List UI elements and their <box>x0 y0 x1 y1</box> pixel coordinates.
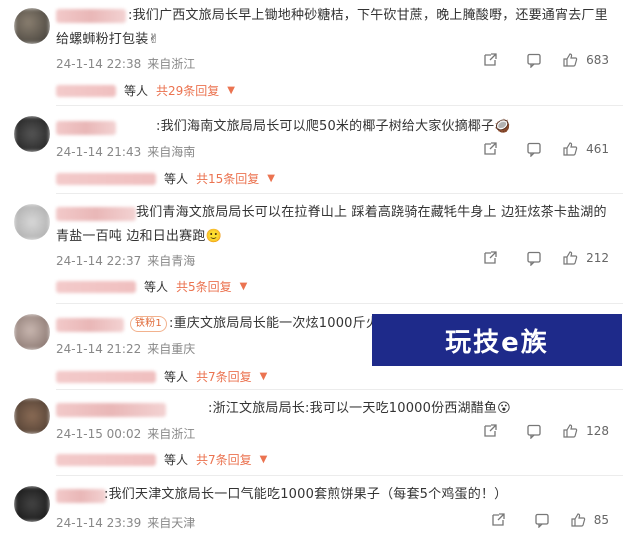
comment-item: 我们青海文旅局局长可以在拉脊山上 踩着高跷骑在藏牦牛身上 边狂炫茶卡盐湖的青盐一… <box>0 194 623 304</box>
comment-text: :我们天津文旅局长一口气能吃1000套煎饼果子（每套5个鸡蛋的！） <box>104 487 508 502</box>
like-icon <box>563 53 578 67</box>
fan-badge: 铁粉1 <box>130 315 167 332</box>
like-count: 683 <box>586 53 609 67</box>
like-count: 128 <box>586 424 609 438</box>
like-icon <box>571 513 585 527</box>
smiling-face-icon: 🙂 <box>205 229 222 244</box>
avatar[interactable] <box>14 314 50 350</box>
comment-item: :我们广西文旅局长早上锄地种砂糖桔，下午砍甘蔗，晚上腌酸嘢，还要通宵去厂里给螺蛳… <box>0 0 623 106</box>
avatar[interactable] <box>14 116 50 152</box>
share-icon[interactable] <box>468 141 512 157</box>
comment-location: 来自重庆 <box>147 342 196 356</box>
share-icon[interactable] <box>468 423 512 439</box>
like-button[interactable]: 683 <box>562 52 609 68</box>
comment-icon[interactable] <box>512 423 556 439</box>
reply-summary[interactable]: 等人 共15条回复 ▼ <box>56 170 275 187</box>
like-button[interactable]: 85 <box>570 512 609 528</box>
comment-date: 24-1-14 21:43 <box>56 145 142 159</box>
like-count: 212 <box>586 251 609 265</box>
comment-actions: 128 <box>468 423 609 439</box>
like-icon <box>563 424 578 438</box>
comment-meta: 24-1-14 23:39 来自天津 <box>56 514 195 531</box>
comment-meta: 24-1-14 22:37 来自青海 <box>56 252 195 269</box>
comment-location: 来自浙江 <box>147 57 196 71</box>
comment-location: 来自海南 <box>147 145 196 159</box>
coconut-icon: 🥥 <box>494 119 511 134</box>
comment-date: 24-1-14 22:37 <box>56 254 142 268</box>
comment-meta: 24-1-15 00:02 来自浙江 <box>56 425 195 442</box>
like-button[interactable]: 461 <box>562 141 609 157</box>
comment-location: 来自天津 <box>147 516 196 530</box>
comment-actions: 212 <box>468 250 609 266</box>
share-icon[interactable] <box>468 52 512 68</box>
comment-date: 24-1-14 23:39 <box>56 516 142 530</box>
comment-date: 24-1-15 00:02 <box>56 427 142 441</box>
reply-arrow-icon: ▼ <box>259 371 268 382</box>
comment-text: :我们海南文旅局局长可以爬50米的椰子树给大家伙摘椰子🥥 <box>56 115 609 139</box>
like-button[interactable]: 128 <box>562 423 609 439</box>
like-icon <box>563 251 578 265</box>
comment-icon[interactable] <box>512 250 556 266</box>
victory-hand-icon: ✌ <box>148 32 160 47</box>
comment-icon[interactable] <box>512 141 556 157</box>
avatar[interactable] <box>14 8 50 44</box>
like-count: 461 <box>586 142 609 156</box>
like-count: 85 <box>593 513 609 527</box>
like-icon <box>563 142 578 156</box>
comment-actions: 461 <box>468 141 609 157</box>
reply-arrow-icon: ▼ <box>259 454 268 465</box>
like-button[interactable]: 212 <box>562 250 609 266</box>
reply-arrow-icon: ▼ <box>239 281 248 292</box>
watermark-logo: 玩技e族 <box>372 314 622 366</box>
comment-text: :我们广西文旅局长早上锄地种砂糖桔，下午砍甘蔗，晚上腌酸嘢，还要通宵去厂里给螺蛳… <box>56 4 609 52</box>
reply-summary[interactable]: 等人 共29条回复 ▼ <box>56 82 235 99</box>
comment-item: :我们天津文旅局长一口气能吃1000套煎饼果子（每套5个鸡蛋的！） 24-1-1… <box>0 476 623 534</box>
avatar[interactable] <box>14 486 50 522</box>
comment-meta: 24-1-14 22:38 来自浙江 <box>56 55 195 72</box>
share-icon[interactable] <box>476 512 520 528</box>
reply-summary[interactable]: 等人 共7条回复 ▼ <box>56 368 267 385</box>
comment-date: 24-1-14 22:38 <box>56 57 142 71</box>
comment-actions: 683 <box>468 52 609 68</box>
surprised-face-icon: 😮 <box>497 401 511 416</box>
reply-summary[interactable]: 等人 共5条回复 ▼ <box>56 278 247 295</box>
reply-arrow-icon: ▼ <box>267 173 275 184</box>
comment-date: 24-1-14 21:22 <box>56 342 142 356</box>
comment-item: :我们海南文旅局局长可以爬50米的椰子树给大家伙摘椰子🥥 24-1-14 21:… <box>0 106 623 194</box>
comment-text: :浙江文旅局局长:我可以一天吃10000份西湖醋鱼😮 <box>56 397 609 421</box>
reply-summary[interactable]: 等人 共7条回复 ▼ <box>56 451 267 468</box>
comment-item: :浙江文旅局局长:我可以一天吃10000份西湖醋鱼😮 24-1-15 00:02… <box>0 390 623 476</box>
comment-meta: 24-1-14 21:43 来自海南 <box>56 143 195 160</box>
comment-icon[interactable] <box>520 512 564 528</box>
share-icon[interactable] <box>468 250 512 266</box>
comment-location: 来自青海 <box>147 254 196 268</box>
avatar[interactable] <box>14 398 50 434</box>
comment-actions: 85 <box>476 512 609 528</box>
comment-meta: 24-1-14 21:22 来自重庆 <box>56 340 195 357</box>
avatar[interactable] <box>14 204 50 240</box>
comment-icon[interactable] <box>512 52 556 68</box>
reply-arrow-icon: ▼ <box>227 85 235 96</box>
comment-text: 我们青海文旅局局长可以在拉脊山上 踩着高跷骑在藏牦牛身上 边狂炫茶卡盐湖的青盐一… <box>56 201 609 249</box>
comment-location: 来自浙江 <box>147 427 196 441</box>
